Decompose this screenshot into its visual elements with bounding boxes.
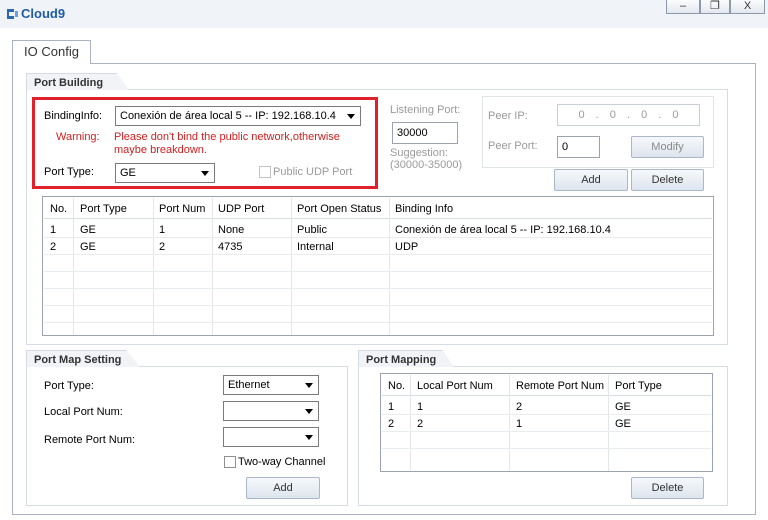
col-port-num: Port Num	[159, 203, 206, 215]
peer-ip-label: Peer IP:	[488, 110, 528, 122]
row-cell: 1	[516, 418, 523, 430]
minimize-button[interactable]: –	[666, 0, 700, 14]
row-cell: Conexión de área local 5 -- IP: 192.168.…	[395, 224, 611, 236]
close-icon: X	[743, 0, 752, 12]
table-row[interactable]: 1 1 2 GE	[382, 399, 711, 415]
window-title: Cloud9	[21, 6, 66, 21]
port-table: No. Port Type Port Num UDP Port Port Ope…	[42, 196, 714, 336]
cloud9-app-icon	[4, 6, 20, 22]
row-cell: 1	[50, 224, 57, 236]
port-mapping-header: No. Local Port Num Remote Port Num Port …	[382, 375, 711, 396]
row-cell: GE	[615, 418, 631, 430]
col-remote-port-num: Remote Port Num	[516, 380, 605, 392]
listening-port-input[interactable]: 30000	[392, 122, 458, 144]
close-button[interactable]: X	[730, 0, 765, 14]
tab-io-config[interactable]: IO Config	[12, 40, 91, 64]
row-cell: None	[218, 224, 245, 236]
port-building-title: Port Building	[26, 73, 129, 90]
row-cell: 1	[417, 401, 424, 413]
restore-button[interactable]: ❐	[700, 0, 730, 14]
col-no: No.	[50, 203, 68, 215]
col-port-open-status: Port Open Status	[297, 203, 382, 215]
row-cell: 1	[159, 224, 166, 236]
local-port-num-select[interactable]	[223, 401, 319, 421]
port-mapping-table: No. Local Port Num Remote Port Num Port …	[380, 373, 713, 472]
col-local-port-num: Local Port Num	[417, 380, 493, 392]
table-row[interactable]: 1 GE 1 None Public Conexión de área loca…	[44, 222, 712, 238]
peer-ip-input[interactable]: 0 . 0 . 0 . 0	[557, 104, 700, 126]
minimize-icon: –	[679, 0, 687, 12]
row-cell: Public	[297, 224, 327, 236]
col-port-type: Port Type	[615, 380, 662, 392]
map-add-button[interactable]: Add	[246, 477, 320, 499]
delete-button[interactable]: Delete	[631, 169, 704, 191]
row-cell: 4735	[218, 241, 243, 253]
col-udp-port: UDP Port	[218, 203, 265, 215]
col-no: No.	[388, 380, 406, 392]
two-way-channel-checkbox[interactable]	[224, 456, 236, 468]
map-port-type-select[interactable]: Ethernet	[223, 375, 319, 395]
row-cell: Internal	[297, 241, 334, 253]
peer-port-label: Peer Port:	[488, 140, 538, 152]
map-port-type-value: Ethernet	[228, 379, 270, 391]
chevron-down-icon	[305, 435, 313, 440]
table-row[interactable]: 2 2 1 GE	[382, 416, 711, 432]
row-cell: GE	[80, 241, 96, 253]
col-binding-info: Binding Info	[395, 203, 454, 215]
row-cell: 2	[516, 401, 523, 413]
remote-port-num-label: Remote Port Num:	[44, 434, 136, 446]
row-cell: 2	[388, 418, 395, 430]
col-port-type: Port Type	[80, 203, 127, 215]
mapping-delete-button[interactable]: Delete	[631, 477, 704, 499]
row-cell: 1	[388, 401, 395, 413]
row-cell: 2	[417, 418, 424, 430]
chevron-down-icon	[305, 409, 313, 414]
row-cell: 2	[50, 241, 57, 253]
peer-port-input[interactable]: 0	[557, 136, 600, 158]
highlight-box	[32, 97, 378, 189]
row-cell: 2	[159, 241, 166, 253]
map-port-type-label: Port Type:	[44, 380, 94, 392]
two-way-channel-label: Two-way Channel	[238, 456, 326, 468]
title-bar	[0, 0, 768, 28]
remote-port-num-select[interactable]	[223, 427, 319, 447]
row-cell: UDP	[395, 241, 419, 253]
table-row[interactable]: 2 GE 2 4735 Internal UDP	[44, 239, 712, 255]
row-cell: GE	[615, 401, 631, 413]
row-cell: GE	[80, 224, 96, 236]
port-map-setting-title: Port Map Setting	[26, 350, 140, 367]
modify-button[interactable]: Modify	[631, 136, 704, 158]
port-table-header: No. Port Type Port Num UDP Port Port Ope…	[44, 198, 712, 219]
add-button[interactable]: Add	[554, 169, 628, 191]
port-mapping-title: Port Mapping	[358, 350, 454, 367]
restore-icon: ❐	[710, 0, 720, 12]
suggestion-label: Suggestion:	[390, 147, 449, 159]
suggestion-range: (30000-35000)	[390, 159, 463, 171]
listening-port-label: Listening Port:	[390, 104, 461, 116]
chevron-down-icon	[305, 383, 313, 388]
local-port-num-label: Local Port Num:	[44, 406, 123, 418]
